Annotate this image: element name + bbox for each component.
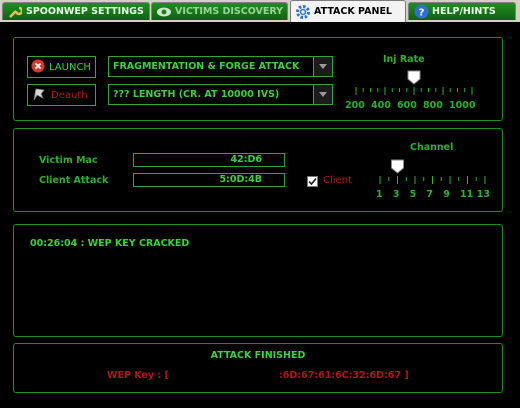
tab-label: VICTIMS DISCOVERY [175,6,284,17]
launch-button[interactable]: LAUNCH [27,56,96,78]
channel-slider[interactable] [374,158,494,188]
victim-mac-field[interactable]: 42:D6 [133,153,285,167]
check-icon [308,177,317,186]
help-icon: ? [413,4,429,20]
slider-thumb[interactable] [391,159,404,174]
tab-bar: SPOONWEP SETTINGS VICTIMS DISCOVERY ATTA… [0,0,520,22]
attack-panel: LAUNCH Deauth FRAGMENTATION & FORGE ATTA… [0,22,520,408]
inj-rate-slider[interactable] [344,69,484,99]
tab-help-hints[interactable]: ? HELP/HINTS [408,2,516,20]
tick-label: 7 [426,189,434,200]
gear-icon [295,4,311,20]
deauth-button[interactable]: Deauth [27,84,96,106]
tab-attack-panel[interactable]: ATTACK PANEL [290,0,406,22]
channel-title: Channel [410,142,454,153]
client-attack-field[interactable]: 5:0D:4B [133,173,285,187]
tick-label: 3 [392,189,400,200]
tab-spoonwep-settings[interactable]: SPOONWEP SETTINGS [2,2,150,20]
tick-label: 11 [460,189,474,200]
tick-label: 600 [397,100,417,111]
tick-label: 1 [376,189,383,200]
eye-icon [156,4,172,20]
deauth-icon [31,86,47,105]
target-panel: Victim Mac 42:D6 Client Attack 5:0D:4B C… [13,128,503,212]
tick-label: 400 [371,100,391,111]
tab-label: ATTACK PANEL [314,6,392,17]
status-panel: ATTACK FINISHED WEP Key : [ :6D:67:61:6C… [13,343,503,393]
victim-mac-label: Victim Mac [39,155,98,166]
tick-label: 800 [423,100,443,111]
tab-label: HELP/HINTS [432,6,496,17]
wep-key-label: WEP Key : [ [107,370,169,381]
inj-rate-scale [355,70,473,95]
attack-controls-panel: LAUNCH Deauth FRAGMENTATION & FORGE ATTA… [13,37,503,121]
chevron-down-icon[interactable] [313,57,332,76]
wrench-icon [7,4,23,20]
client-attack-label: Client Attack [39,175,109,186]
log-panel: 00:26:04 : WEP KEY CRACKED [13,224,503,337]
inj-rate-title: Inj Rate [383,54,425,65]
client-checkbox[interactable] [307,176,318,187]
slider-thumb[interactable] [407,70,421,85]
attack-status-title: ATTACK FINISHED [210,350,306,361]
tick-label: 13 [476,189,491,200]
chevron-down-icon[interactable] [313,85,332,104]
stop-icon [31,59,45,76]
log-line: 00:26:04 : WEP KEY CRACKED [30,238,190,249]
channel-scale [379,159,486,184]
tick-label: 5 [409,189,417,200]
iv-length-select[interactable]: ??? LENGTH (CR. AT 10000 IVS) [108,84,333,105]
tab-label: SPOONWEP SETTINGS [26,6,144,17]
wep-key-value: :6D:67:61:6C:32:6D:67 ] [279,370,409,381]
client-checkbox-label: Client [323,175,352,186]
tick-label: 9 [443,189,450,200]
attack-type-select[interactable]: FRAGMENTATION & FORGE ATTACK [108,56,333,77]
svg-text:?: ? [418,8,424,19]
tick-label: 1000 [449,100,476,111]
tab-victims-discovery[interactable]: VICTIMS DISCOVERY [151,2,288,20]
tick-label: 200 [345,100,365,111]
